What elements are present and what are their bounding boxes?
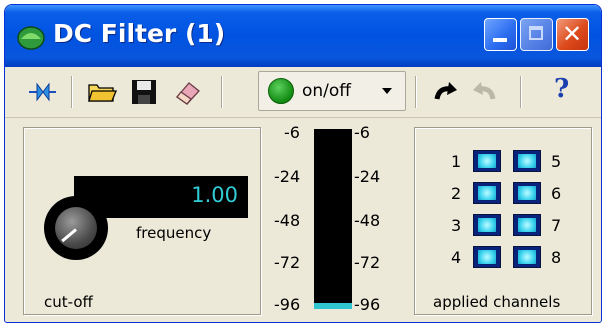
channel-number: 7 <box>551 216 562 235</box>
close-button[interactable]: ✕ <box>556 18 589 51</box>
undo-icon[interactable] <box>429 77 459 107</box>
meter-bar <box>314 129 352 309</box>
channel-toggle-5[interactable] <box>513 150 541 172</box>
power-icon <box>268 78 294 104</box>
toolbar: on/off ? <box>5 67 601 118</box>
meter-right-label: -72 <box>354 253 381 272</box>
channel-toggle-7[interactable] <box>513 214 541 236</box>
toolbar-separator <box>415 76 417 108</box>
chevron-down-icon[interactable] <box>382 88 392 94</box>
frequency-knob[interactable] <box>44 196 108 260</box>
save-icon[interactable] <box>129 77 159 107</box>
channel-number: 2 <box>451 184 462 203</box>
channel-toggle-1[interactable] <box>473 150 501 172</box>
meter-right-label: -48 <box>354 211 381 230</box>
knob-pointer <box>61 228 77 243</box>
close-icon: ✕ <box>562 20 583 48</box>
pin-icon[interactable] <box>27 77 57 107</box>
app-icon <box>17 26 45 50</box>
maximize-button[interactable] <box>520 18 553 51</box>
dc-filter-window: DC Filter (1) ✕ on/off ? 1.00 frequency … <box>4 4 602 323</box>
toolbar-separator <box>71 76 73 108</box>
toolbar-separator <box>520 76 522 108</box>
title-bar[interactable]: DC Filter (1) ✕ <box>5 5 601 67</box>
window-title: DC Filter (1) <box>53 19 226 48</box>
channel-number: 8 <box>551 248 562 267</box>
meter-right-label: -6 <box>354 123 370 142</box>
channel-toggle-8[interactable] <box>513 246 541 268</box>
channel-number: 4 <box>451 248 462 267</box>
meter-left-label: -96 <box>274 295 301 314</box>
cutoff-label: cut-off <box>44 293 93 311</box>
channel-number: 1 <box>451 152 462 171</box>
channels-panel: 1 2 3 4 5 6 7 8 applied channels <box>414 127 592 315</box>
onoff-label: on/off <box>302 81 352 101</box>
meter-left-label: -72 <box>274 253 301 272</box>
folder-open-icon[interactable] <box>87 77 117 107</box>
frequency-label: frequency <box>136 224 212 242</box>
channel-toggle-2[interactable] <box>473 182 501 204</box>
meter-fill <box>314 303 352 309</box>
minimize-icon <box>493 38 507 42</box>
knob-cap <box>55 207 97 249</box>
meter-right-label: -96 <box>354 295 381 314</box>
minimize-button[interactable] <box>484 18 517 51</box>
meter-left-label: -6 <box>284 123 300 142</box>
cutoff-panel: 1.00 frequency cut-off <box>23 127 261 315</box>
channel-number: 5 <box>551 152 562 171</box>
meter-right-label: -24 <box>354 167 381 186</box>
frequency-value[interactable]: 1.00 <box>191 183 238 207</box>
channels-label: applied channels <box>433 293 561 311</box>
onoff-button[interactable]: on/off <box>258 71 406 111</box>
redo-icon[interactable] <box>471 77 501 107</box>
meter-left-label: -24 <box>274 167 301 186</box>
level-meter: -6 -24 -48 -72 -96 -6 -24 -48 -72 -96 <box>269 123 409 319</box>
channel-number: 3 <box>451 216 462 235</box>
channel-toggle-3[interactable] <box>473 214 501 236</box>
maximize-icon <box>529 26 543 40</box>
channel-toggle-4[interactable] <box>473 246 501 268</box>
meter-left-label: -48 <box>274 211 301 230</box>
channel-number: 6 <box>551 184 562 203</box>
help-icon[interactable]: ? <box>554 74 569 104</box>
toolbar-separator <box>221 76 223 108</box>
channel-toggle-6[interactable] <box>513 182 541 204</box>
eraser-icon[interactable] <box>173 77 203 107</box>
